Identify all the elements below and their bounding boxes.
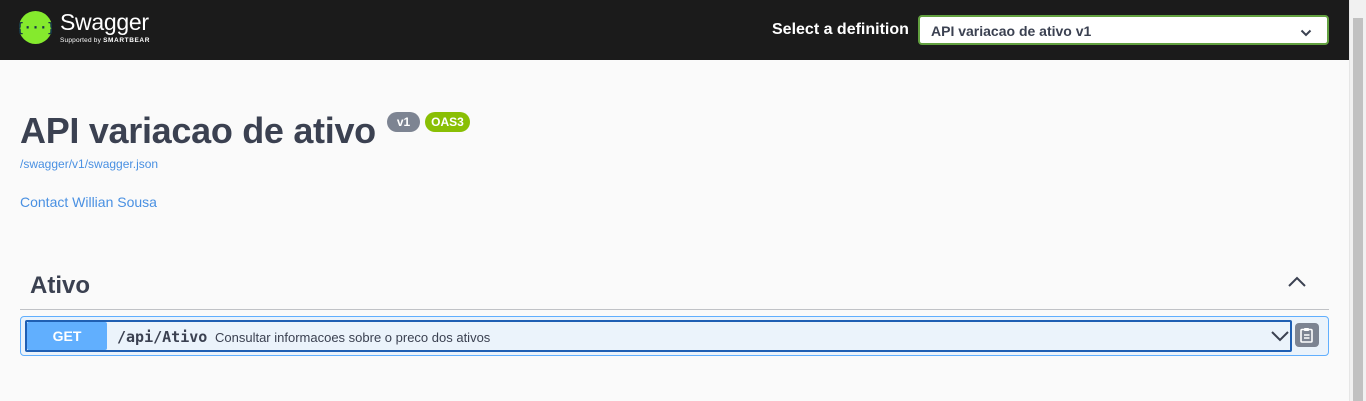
swagger-logo[interactable]: {···} Swagger Supported by SMARTBEAR bbox=[19, 10, 150, 45]
scrollbar-thumb[interactable] bbox=[1353, 18, 1363, 401]
svg-text:{···}: {···} bbox=[19, 21, 52, 36]
spec-url-link[interactable]: /swagger/v1/swagger.json bbox=[20, 157, 158, 171]
method-badge: GET bbox=[27, 322, 107, 350]
swagger-logo-icon: {···} bbox=[19, 11, 52, 44]
api-title: API variacao de ativo bbox=[20, 110, 376, 151]
chevron-up-icon[interactable] bbox=[1287, 275, 1307, 294]
copy-to-clipboard-button[interactable] bbox=[1295, 323, 1319, 347]
definition-select[interactable]: API variacao de ativo v1 bbox=[918, 15, 1329, 45]
operation-description: Consultar informacoes sobre o preco dos … bbox=[215, 330, 491, 345]
definition-label: Select a definition bbox=[772, 21, 909, 38]
tag-section-header[interactable]: Ativo bbox=[20, 262, 1329, 310]
logo-subtitle: Supported by SMARTBEAR bbox=[60, 37, 151, 44]
scrollbar[interactable] bbox=[1349, 0, 1366, 401]
operation-block: GET /api/Ativo Consultar informacoes sob… bbox=[20, 316, 1329, 356]
chevron-down-icon bbox=[1300, 25, 1312, 43]
logo-name: Swagger bbox=[60, 9, 149, 35]
tag-name: Ativo bbox=[30, 272, 90, 299]
operation-path: /api/Ativo bbox=[117, 328, 208, 346]
topbar: {···} Swagger Supported by SMARTBEAR Sel… bbox=[0, 0, 1349, 60]
operation-summary[interactable]: GET /api/Ativo Consultar informacoes sob… bbox=[25, 320, 1292, 352]
contact-link[interactable]: Contact Willian Sousa bbox=[20, 194, 157, 210]
definition-select-value: API variacao de ativo v1 bbox=[931, 23, 1092, 39]
version-badge: v1 bbox=[387, 112, 420, 132]
chevron-down-icon[interactable] bbox=[1270, 328, 1290, 349]
oas-badge: OAS3 bbox=[425, 112, 470, 132]
